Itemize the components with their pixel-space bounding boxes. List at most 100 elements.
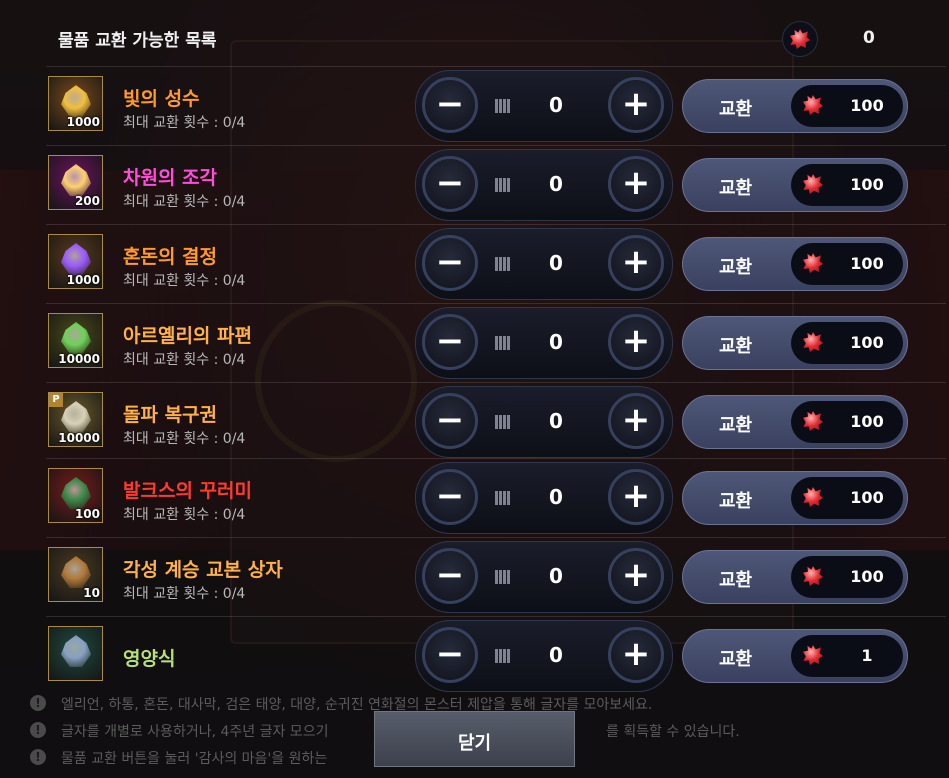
plus-icon: + <box>621 633 651 674</box>
increase-button[interactable]: + <box>608 548 664 604</box>
exchange-header: 물품 교환 가능한 목록 0 <box>48 10 946 62</box>
exchange-panel: 물품 교환 가능한 목록 0 1000 빛의 성수 최대 교환 횟수 : 0/4… <box>0 0 949 778</box>
gift-gem-icon <box>782 21 818 57</box>
increase-button[interactable]: + <box>608 393 664 449</box>
quantity-value[interactable]: 0 <box>536 330 576 354</box>
quantity-value[interactable]: 0 <box>536 172 576 196</box>
quantity-value[interactable]: 0 <box>536 251 576 275</box>
bundle-icon <box>61 477 91 509</box>
keypad-icon[interactable] <box>495 491 511 505</box>
item-stack-count: 200 <box>74 194 100 208</box>
item-stack-count: 10000 <box>58 352 100 366</box>
decrease-button[interactable]: − <box>422 235 478 291</box>
item-exchange-limit: 최대 교환 횟수 : 0/4 <box>123 194 246 210</box>
quantity-stepper: − 0 + <box>415 307 673 379</box>
exchange-button[interactable]: 교환 100 <box>682 158 908 212</box>
increase-button[interactable]: + <box>608 156 664 212</box>
item-icon-frame: 100 <box>48 468 103 523</box>
exchange-button[interactable]: 교환 1 <box>682 629 908 683</box>
minus-icon: − <box>435 320 465 361</box>
note-text: 물품 교환 버튼을 눌러 '감사의 마음'을 원하는 <box>61 751 328 767</box>
keypad-icon[interactable] <box>495 415 511 429</box>
close-button[interactable]: 닫기 <box>374 711 575 767</box>
increase-button[interactable]: + <box>608 77 664 133</box>
item-name: 영양식 <box>123 648 176 670</box>
exchange-item-row: 200 차원의 조각 최대 교환 횟수 : 0/4 − 0 + 교환 100 <box>46 145 946 224</box>
keypad-icon[interactable] <box>495 257 511 271</box>
exchange-button[interactable]: 교환 100 <box>682 471 908 525</box>
exchange-item-row: 1000 빛의 성수 최대 교환 횟수 : 0/4 − 0 + 교환 100 <box>46 66 946 145</box>
item-exchange-limit: 최대 교환 횟수 : 0/4 <box>123 586 246 602</box>
decrease-button[interactable]: − <box>422 156 478 212</box>
keypad-icon[interactable] <box>495 336 511 350</box>
decrease-button[interactable]: − <box>422 469 478 525</box>
price-value: 100 <box>850 412 884 431</box>
keypad-icon[interactable] <box>495 570 511 584</box>
decrease-button[interactable]: − <box>422 77 478 133</box>
exchange-item-row: P 10000 돌파 복구권 최대 교환 횟수 : 0/4 − 0 + 교환 1… <box>46 382 946 461</box>
info-icon: ! <box>30 722 46 738</box>
quantity-stepper: − 0 + <box>415 620 673 692</box>
increase-button[interactable]: + <box>608 314 664 370</box>
exchange-list-title: 물품 교환 가능한 목록 <box>58 31 217 51</box>
item-name: 차원의 조각 <box>123 167 218 189</box>
item-stack-count: 1000 <box>66 273 100 287</box>
exchange-button[interactable]: 교환 100 <box>682 316 908 370</box>
exchange-button[interactable]: 교환 100 <box>682 395 908 449</box>
gift-gem-icon <box>803 566 823 586</box>
gift-gem-icon <box>803 174 823 194</box>
chaos-crystal-icon <box>61 243 91 275</box>
price-pill: 100 <box>791 85 903 127</box>
exchange-button-label: 교환 <box>719 336 753 357</box>
decrease-button[interactable]: − <box>422 314 478 370</box>
quantity-value[interactable]: 0 <box>536 409 576 433</box>
exchange-button[interactable]: 교환 100 <box>682 79 908 133</box>
exchange-button[interactable]: 교환 100 <box>682 550 908 604</box>
gift-gem-icon <box>803 253 823 273</box>
holy-water-icon <box>61 85 91 117</box>
increase-button[interactable]: + <box>608 627 664 683</box>
quantity-stepper: − 0 + <box>415 386 673 458</box>
minus-icon: − <box>435 241 465 282</box>
gift-gem-icon <box>803 645 823 665</box>
price-pill: 100 <box>791 243 903 285</box>
exchange-button-label: 교환 <box>719 649 753 670</box>
minus-icon: − <box>435 399 465 440</box>
quantity-value[interactable]: 0 <box>536 93 576 117</box>
keypad-icon[interactable] <box>495 178 511 192</box>
quantity-stepper: − 0 + <box>415 228 673 300</box>
decrease-button[interactable]: − <box>422 548 478 604</box>
plus-icon: + <box>621 320 651 361</box>
quantity-stepper: − 0 + <box>415 70 673 142</box>
increase-button[interactable]: + <box>608 235 664 291</box>
plus-icon: + <box>621 83 651 124</box>
item-stack-count: 10000 <box>58 431 100 445</box>
item-icon-frame: 1000 <box>48 234 103 289</box>
quantity-value[interactable]: 0 <box>536 564 576 588</box>
item-exchange-limit: 최대 교환 횟수 : 0/4 <box>123 431 246 447</box>
price-value: 100 <box>850 254 884 273</box>
plus-icon: + <box>621 241 651 282</box>
minus-icon: − <box>435 554 465 595</box>
exchange-button[interactable]: 교환 100 <box>682 237 908 291</box>
item-stack-count: 1000 <box>66 115 100 129</box>
decrease-button[interactable]: − <box>422 393 478 449</box>
keypad-icon[interactable] <box>495 649 511 663</box>
minus-icon: − <box>435 475 465 516</box>
dimension-fragment-icon <box>61 164 91 196</box>
item-name: 발크스의 꾸러미 <box>123 480 252 502</box>
price-value: 100 <box>850 567 884 586</box>
price-pill: 100 <box>791 164 903 206</box>
item-icon-frame: 200 <box>48 155 103 210</box>
quantity-value[interactable]: 0 <box>536 643 576 667</box>
gift-gem-icon <box>803 487 823 507</box>
item-icon-frame: 10 <box>48 547 103 602</box>
price-pill: 1 <box>791 635 903 677</box>
note-text: 글자를 개별로 사용하거나, 4주년 글자 모으기 <box>61 724 329 740</box>
keypad-icon[interactable] <box>495 99 511 113</box>
quantity-value[interactable]: 0 <box>536 485 576 509</box>
increase-button[interactable]: + <box>608 469 664 525</box>
fragment-icon <box>61 322 91 354</box>
price-value: 100 <box>850 96 884 115</box>
decrease-button[interactable]: − <box>422 627 478 683</box>
